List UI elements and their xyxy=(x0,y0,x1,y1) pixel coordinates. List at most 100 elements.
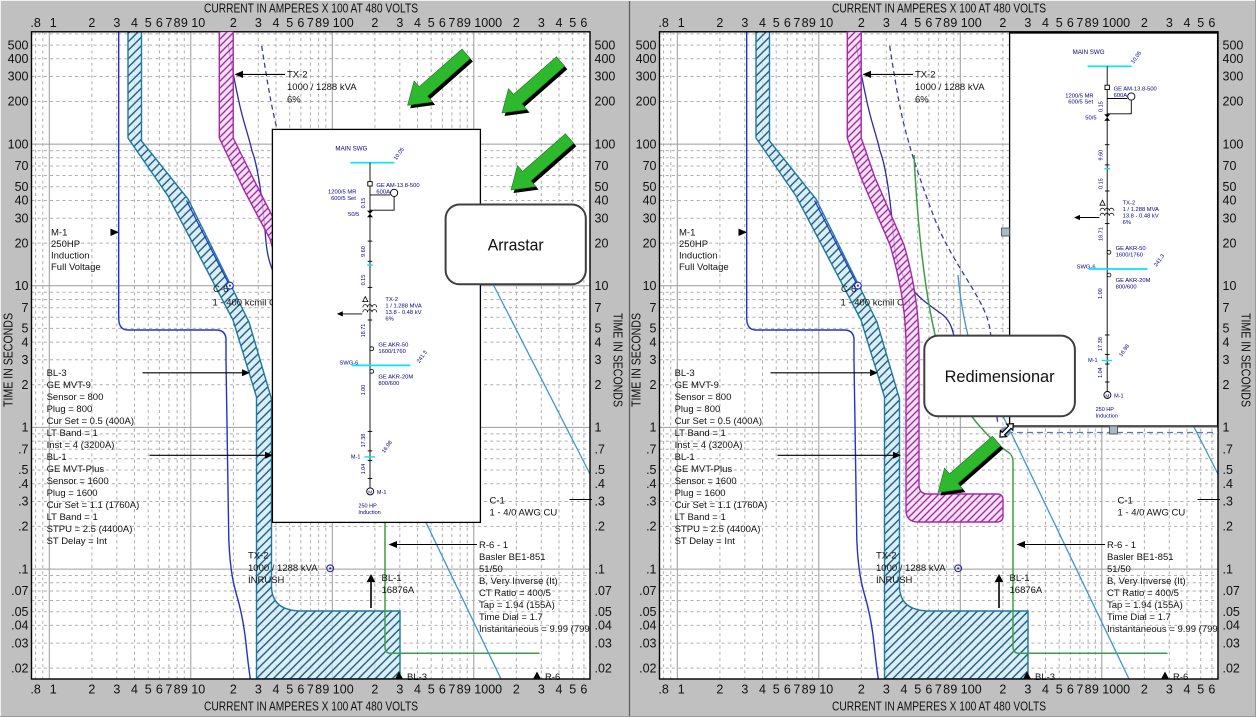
svg-text:1: 1 xyxy=(595,421,602,435)
svg-text:10: 10 xyxy=(819,16,833,30)
svg-text:16876A: 16876A xyxy=(382,585,415,596)
svg-text:5: 5 xyxy=(569,16,576,30)
svg-text:4: 4 xyxy=(759,16,766,30)
svg-text:7: 7 xyxy=(1223,301,1230,315)
svg-text:8: 8 xyxy=(1085,16,1092,30)
svg-text:.07: .07 xyxy=(11,584,28,598)
svg-text:7: 7 xyxy=(793,16,800,30)
svg-text:70: 70 xyxy=(643,159,657,173)
svg-text:200: 200 xyxy=(595,95,616,109)
svg-text:BL-1: BL-1 xyxy=(1010,573,1030,584)
svg-text:9: 9 xyxy=(181,16,188,30)
svg-text:250 HP: 250 HP xyxy=(358,503,377,509)
svg-text:M: M xyxy=(368,490,372,496)
svg-text:6: 6 xyxy=(1208,682,1215,696)
svg-text:Cur Set = 1.1 (1760A): Cur Set = 1.1 (1760A) xyxy=(47,500,140,511)
svg-text:Plug = 1600: Plug = 1600 xyxy=(47,488,98,499)
svg-text:Induction: Induction xyxy=(51,251,90,262)
svg-text:8: 8 xyxy=(1085,682,1092,696)
svg-text:40: 40 xyxy=(15,194,29,208)
svg-text:300: 300 xyxy=(636,70,657,84)
svg-text:5: 5 xyxy=(428,682,435,696)
svg-text:LT Band = 1: LT Band = 1 xyxy=(47,512,98,523)
svg-text:Induction: Induction xyxy=(679,251,718,262)
svg-text:TIME IN SECONDS: TIME IN SECONDS xyxy=(630,313,644,407)
svg-text:8: 8 xyxy=(943,16,950,30)
svg-text:1: 1 xyxy=(678,682,685,696)
svg-text:TX-2: TX-2 xyxy=(915,70,936,81)
svg-text:6: 6 xyxy=(297,682,304,696)
svg-text:50: 50 xyxy=(643,180,657,194)
svg-text:.5: .5 xyxy=(646,463,656,477)
svg-text:7: 7 xyxy=(165,16,172,30)
svg-text:2: 2 xyxy=(88,16,95,30)
svg-text:.05: .05 xyxy=(1223,605,1240,619)
svg-text:1 - 4/0 AWG CU: 1 - 4/0 AWG CU xyxy=(1118,508,1186,519)
svg-text:.7: .7 xyxy=(18,443,28,457)
svg-text:GE AKR-20M: GE AKR-20M xyxy=(1116,278,1151,284)
svg-text:M: M xyxy=(1105,393,1109,399)
svg-text:.07: .07 xyxy=(639,584,656,598)
svg-text:6: 6 xyxy=(925,16,932,30)
svg-text:1200/5 MR: 1200/5 MR xyxy=(1065,93,1093,99)
svg-text:40: 40 xyxy=(643,194,657,208)
svg-text:10: 10 xyxy=(191,16,205,30)
svg-text:LT Band = 1: LT Band = 1 xyxy=(47,428,98,439)
svg-text:7: 7 xyxy=(307,682,314,696)
svg-text:9: 9 xyxy=(809,16,816,30)
svg-text:6: 6 xyxy=(156,682,163,696)
svg-text:.04: .04 xyxy=(595,619,612,633)
svg-text:51/50: 51/50 xyxy=(1107,564,1131,575)
svg-text:5: 5 xyxy=(286,16,293,30)
svg-text:TIME IN SECONDS: TIME IN SECONDS xyxy=(611,313,625,407)
svg-text:2: 2 xyxy=(88,682,95,696)
svg-text:.03: .03 xyxy=(1223,636,1240,650)
svg-text:2: 2 xyxy=(513,682,520,696)
svg-text:200: 200 xyxy=(1223,95,1244,109)
svg-text:.4: .4 xyxy=(18,477,28,491)
svg-text:4: 4 xyxy=(1184,682,1191,696)
svg-text:40: 40 xyxy=(1223,194,1237,208)
svg-text:50: 50 xyxy=(1223,180,1237,194)
svg-text:4: 4 xyxy=(901,16,908,30)
svg-text:7: 7 xyxy=(22,301,29,315)
svg-text:.02: .02 xyxy=(11,661,28,675)
svg-text:70: 70 xyxy=(15,159,29,173)
svg-text:100: 100 xyxy=(595,137,616,151)
svg-text:5: 5 xyxy=(1197,682,1204,696)
svg-text:GE MVT-9: GE MVT-9 xyxy=(47,380,91,391)
svg-text:0.15: 0.15 xyxy=(1098,101,1104,112)
svg-text:5: 5 xyxy=(914,682,921,696)
svg-text:CURRENT IN AMPERES X 100 AT 48: CURRENT IN AMPERES X 100 AT 480 VOLTS xyxy=(832,700,1046,714)
svg-text:9: 9 xyxy=(950,16,957,30)
svg-text:100: 100 xyxy=(8,137,29,151)
svg-text:1.00: 1.00 xyxy=(1098,288,1104,299)
svg-text:.02: .02 xyxy=(595,661,612,675)
svg-text:M-1: M-1 xyxy=(351,454,360,460)
svg-text:10: 10 xyxy=(819,682,833,696)
svg-text:7: 7 xyxy=(165,682,172,696)
svg-text:4: 4 xyxy=(414,16,421,30)
svg-text:50: 50 xyxy=(15,180,29,194)
svg-text:51/50: 51/50 xyxy=(479,564,503,575)
svg-text:600/5 Set: 600/5 Set xyxy=(331,196,356,202)
svg-text:Plug = 800: Plug = 800 xyxy=(675,404,721,415)
svg-text:.5: .5 xyxy=(1223,463,1233,477)
svg-text:Inst = 4 (3200A): Inst = 4 (3200A) xyxy=(47,440,115,451)
svg-text:4: 4 xyxy=(556,16,563,30)
svg-text:5: 5 xyxy=(1197,16,1204,30)
svg-text:.3: .3 xyxy=(1223,495,1233,509)
svg-text:Instantaneous = 9.99 (799A): Instantaneous = 9.99 (799A) xyxy=(479,624,599,635)
svg-text:GE MVT-Plus: GE MVT-Plus xyxy=(47,464,105,475)
svg-text:100: 100 xyxy=(961,16,982,30)
svg-text:3: 3 xyxy=(1223,353,1230,367)
svg-text:1 / 1.288 MVA: 1 / 1.288 MVA xyxy=(1123,207,1159,213)
svg-text:M-1: M-1 xyxy=(679,228,695,239)
svg-text:3: 3 xyxy=(1024,682,1031,696)
svg-text:0.15: 0.15 xyxy=(361,275,367,286)
svg-text:7: 7 xyxy=(448,682,455,696)
svg-text:B, Very Inverse (It): B, Very Inverse (It) xyxy=(479,576,558,587)
svg-text:5: 5 xyxy=(914,16,921,30)
svg-text:1.00: 1.00 xyxy=(361,385,367,396)
svg-text:4: 4 xyxy=(273,16,280,30)
